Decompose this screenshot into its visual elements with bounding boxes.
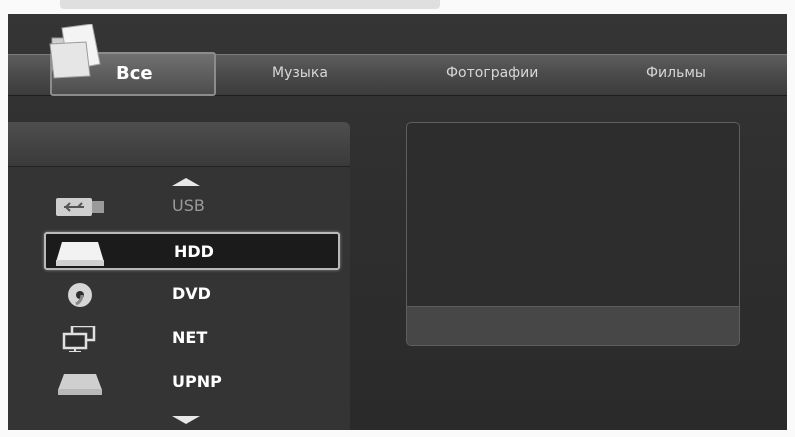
tab-movies[interactable]: Фильмы (646, 65, 706, 81)
screen-frame-top (0, 0, 795, 14)
source-item-hdd[interactable]: HDD (44, 232, 340, 270)
source-item-dvd[interactable]: DVD (44, 276, 340, 314)
screen-frame-bottom (0, 430, 795, 437)
dvd-icon (68, 283, 92, 307)
folder-icon (49, 24, 101, 79)
scroll-up-arrow-icon[interactable] (172, 178, 200, 186)
tab-music[interactable]: Музыка (272, 65, 328, 81)
blurred-caption (60, 0, 440, 9)
source-label: UPNP (172, 372, 222, 391)
source-item-usb[interactable]: USB (44, 188, 340, 226)
media-player-screen: Музыка Фотографии Фильмы Все USB HDD DVD… (8, 14, 787, 430)
tab-photos[interactable]: Фотографии (446, 65, 538, 81)
screen-frame-right (787, 0, 795, 437)
source-item-upnp[interactable]: UPNP (44, 364, 340, 402)
upnp-icon (58, 374, 102, 395)
network-icon (62, 326, 96, 352)
preview-info-bar (407, 306, 739, 345)
scroll-down-arrow-icon[interactable] (172, 416, 200, 424)
hdd-icon (56, 242, 104, 266)
source-label: DVD (172, 284, 211, 303)
screen-frame-left (0, 0, 8, 437)
source-list-header (8, 122, 350, 167)
usb-icon (56, 198, 104, 216)
source-label: HDD (174, 242, 214, 261)
preview-panel (406, 122, 740, 346)
source-item-net[interactable]: NET (44, 320, 340, 358)
source-label: USB (172, 196, 205, 215)
tab-all-label: Все (116, 63, 153, 84)
source-label: NET (172, 328, 208, 347)
source-list-panel: USB HDD DVD NET UPNP (8, 122, 350, 430)
